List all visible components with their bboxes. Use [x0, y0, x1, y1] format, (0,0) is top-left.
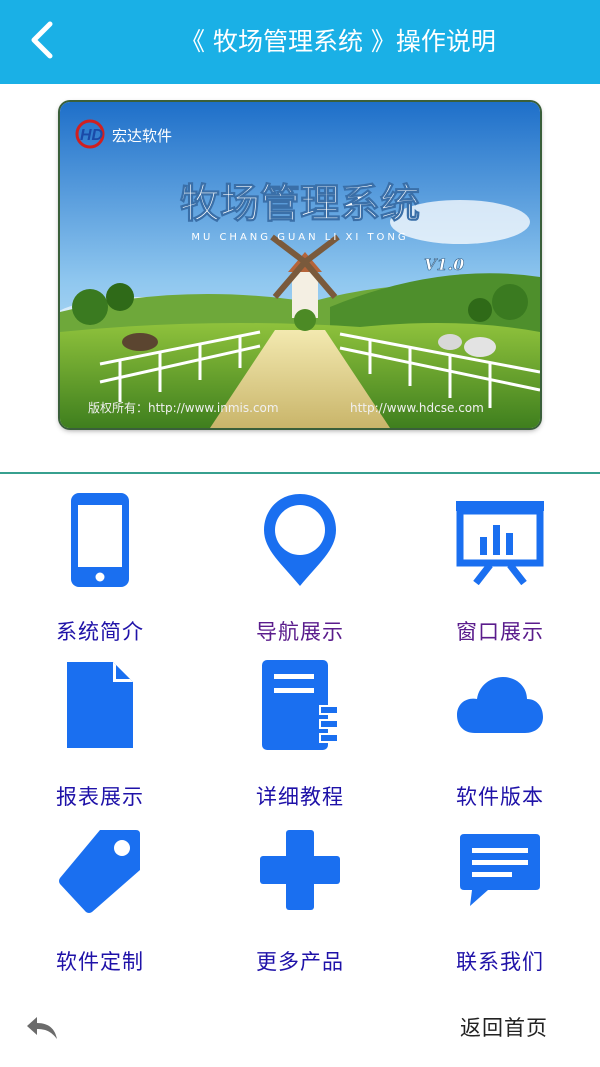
menu-label: 详细教程 — [256, 785, 344, 809]
menu-label: 导航展示 — [256, 620, 344, 644]
menu-item-customize[interactable]: 软件定制 — [0, 818, 200, 983]
section-divider — [0, 472, 600, 474]
menu-item-reports[interactable]: 报表展示 — [0, 653, 200, 818]
presentation-chart-icon — [450, 490, 550, 590]
version-label: V1.0 — [424, 255, 464, 274]
website-text: http://www.hdcse.com — [350, 401, 484, 415]
top-bar: 《 牧场管理系统 》操作说明 — [0, 0, 600, 84]
map-pin-icon — [250, 490, 350, 590]
product-pinyin: MU CHANG GUAN LI XI TONG — [191, 232, 408, 243]
menu-item-navigation[interactable]: 导航展示 — [200, 488, 400, 653]
product-title: 牧场管理系统 — [180, 181, 420, 227]
notebook-icon — [250, 655, 350, 755]
menu-label: 软件版本 — [456, 785, 544, 809]
message-icon — [450, 820, 550, 920]
menu-item-more-products[interactable]: 更多产品 — [200, 818, 400, 983]
menu-label: 报表展示 — [56, 785, 144, 809]
menu-label: 更多产品 — [256, 950, 344, 974]
smartphone-icon — [50, 490, 150, 590]
menu-label: 联系我们 — [456, 950, 544, 974]
product-banner: HD 宏达软件 牧场管理系统 MU CHANG GUAN LI XI TONG … — [60, 102, 540, 428]
menu-item-window[interactable]: 窗口展示 — [400, 488, 600, 653]
plus-icon — [250, 820, 350, 920]
menu-label: 窗口展示 — [456, 620, 544, 644]
menu-item-contact[interactable]: 联系我们 — [400, 818, 600, 983]
undo-arrow-icon — [25, 1015, 59, 1045]
return-home-link[interactable]: 返回首页 — [460, 1012, 548, 1042]
svg-text:HD: HD — [80, 127, 104, 144]
chevron-left-icon — [28, 20, 56, 64]
page-title: 《 牧场管理系统 》操作说明 — [180, 27, 496, 56]
footer-back-button[interactable] — [20, 1010, 64, 1050]
cloud-icon — [450, 655, 550, 755]
document-icon — [50, 655, 150, 755]
back-button[interactable] — [18, 18, 66, 66]
copyright-text: 版权所有：http://www.inmis.com — [88, 401, 279, 415]
tag-icon — [50, 820, 150, 920]
menu-label: 系统简介 — [56, 620, 144, 644]
menu-item-version[interactable]: 软件版本 — [400, 653, 600, 818]
menu-item-system-intro[interactable]: 系统简介 — [0, 488, 200, 653]
menu-label: 软件定制 — [56, 950, 144, 974]
menu-item-tutorial[interactable]: 详细教程 — [200, 653, 400, 818]
logo-text: 宏达软件 — [112, 127, 172, 145]
